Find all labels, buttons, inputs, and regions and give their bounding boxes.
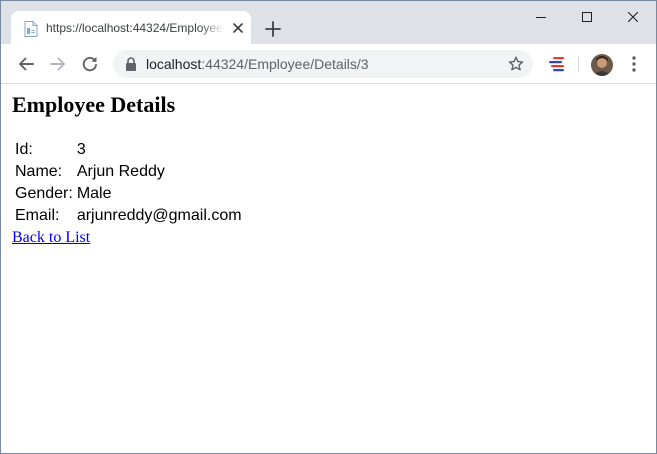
forward-arrow-icon[interactable] bbox=[49, 55, 67, 73]
url-host: localhost bbox=[146, 56, 202, 72]
employee-details-table: Id: 3 Name: Arjun Reddy Gender: Male Ema… bbox=[13, 139, 244, 227]
field-label: Id: bbox=[15, 141, 33, 158]
tab-close-icon[interactable] bbox=[230, 20, 246, 36]
field-label: Email: bbox=[15, 207, 60, 224]
minimize-button[interactable] bbox=[518, 1, 564, 33]
field-label: Gender: bbox=[15, 185, 73, 202]
document-icon bbox=[24, 21, 38, 37]
field-value: arjunreddy@gmail.com bbox=[76, 207, 242, 224]
field-label: Name: bbox=[15, 163, 63, 180]
close-window-button[interactable] bbox=[610, 1, 656, 33]
extension-icon[interactable] bbox=[547, 54, 567, 74]
reload-icon[interactable] bbox=[81, 55, 99, 73]
field-value: Male bbox=[76, 185, 112, 202]
address-bar[interactable]: localhost:44324/Employee/Details/3 bbox=[113, 50, 533, 78]
detail-row-name: Name: Arjun Reddy bbox=[13, 161, 244, 183]
field-value: 3 bbox=[76, 141, 86, 158]
browser-window: https://localhost:44324/Employee/Details… bbox=[0, 0, 657, 454]
detail-row-id: Id: 3 bbox=[13, 139, 244, 161]
url-path: :44324/Employee/Details/3 bbox=[201, 56, 369, 72]
maximize-button[interactable] bbox=[564, 1, 610, 33]
close-icon bbox=[628, 12, 638, 22]
new-tab-plus-icon[interactable] bbox=[263, 19, 283, 39]
minimize-icon bbox=[536, 17, 546, 18]
page-title: Employee Details bbox=[12, 92, 176, 117]
detail-row-email: Email: arjunreddy@gmail.com bbox=[13, 205, 244, 227]
field-value: Arjun Reddy bbox=[76, 163, 165, 180]
three-dot-menu-icon[interactable] bbox=[626, 55, 642, 73]
page-content: Employee Details Id: 3 Name: Arjun Reddy… bbox=[1, 84, 656, 453]
profile-avatar[interactable] bbox=[591, 54, 613, 76]
toolbar-separator bbox=[578, 56, 579, 72]
lock-icon[interactable] bbox=[125, 57, 137, 71]
back-arrow-icon[interactable] bbox=[17, 55, 35, 73]
browser-toolbar: localhost:44324/Employee/Details/3 bbox=[1, 44, 656, 84]
star-icon[interactable] bbox=[508, 56, 524, 72]
tab-title: https://localhost:44324/Employee/Details… bbox=[46, 20, 224, 36]
detail-row-gender: Gender: Male bbox=[13, 183, 244, 205]
tab-strip: https://localhost:44324/Employee/Details… bbox=[1, 1, 656, 44]
back-to-list-link[interactable]: Back to List bbox=[12, 229, 90, 247]
url-text[interactable]: localhost:44324/Employee/Details/3 bbox=[146, 56, 369, 72]
maximize-icon bbox=[582, 12, 592, 22]
active-tab[interactable]: https://localhost:44324/Employee/Details… bbox=[11, 11, 251, 44]
